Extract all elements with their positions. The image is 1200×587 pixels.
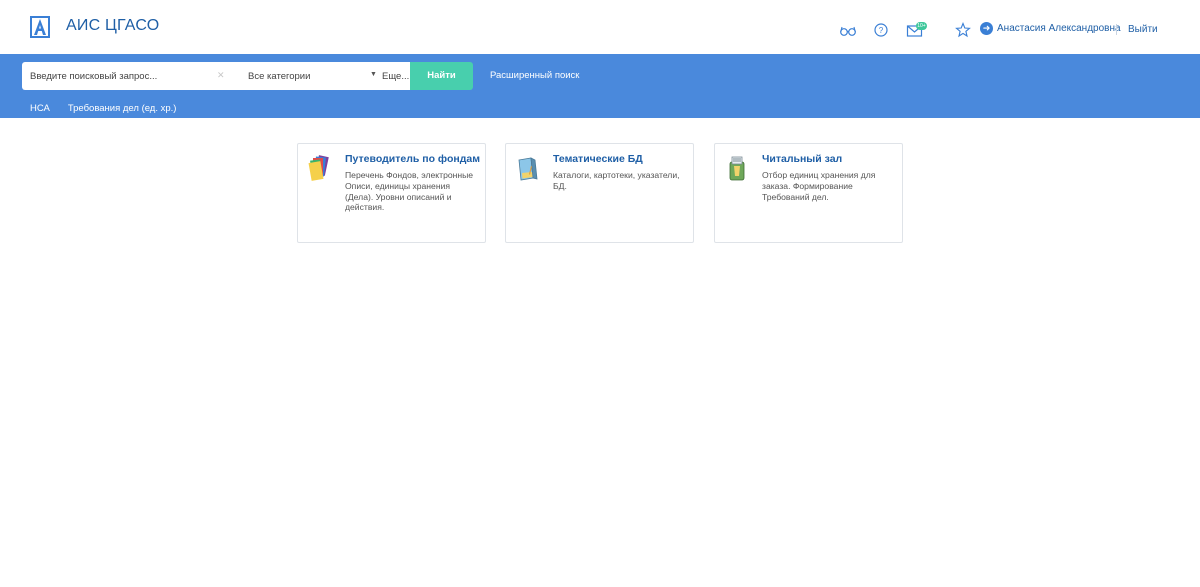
card-title[interactable]: Читальный зал — [762, 153, 842, 165]
top-header: АИС ЦГАСО ? 10+ ➜ Анастасия Александровн… — [0, 0, 1200, 54]
user-menu[interactable]: ➜ Анастасия Александровна — [980, 22, 1121, 35]
glasses-icon[interactable] — [839, 21, 857, 39]
chevron-down-icon[interactable]: ▼ — [370, 71, 377, 78]
advanced-search-link[interactable]: Расширенный поиск — [490, 70, 579, 81]
folders-icon — [308, 155, 329, 181]
card-description: Перечень Фондов, электронные Описи, един… — [345, 170, 474, 213]
mail-count-badge: 10+ — [916, 22, 927, 30]
svg-text:?: ? — [879, 26, 884, 35]
clear-search-icon[interactable]: ✕ — [217, 70, 225, 81]
card-description: Каталоги, картотеки, указатели, БД. — [553, 170, 680, 191]
reading-room-icon — [729, 156, 745, 181]
card-title[interactable]: Путеводитель по фондам — [345, 153, 480, 165]
nav-item-requests[interactable]: Требования дел (ед. хр.) — [68, 103, 177, 114]
nav-item-nsa[interactable]: НСА — [30, 103, 50, 114]
card-reading-room[interactable]: Читальный зал Отбор единиц хранения для … — [714, 143, 903, 243]
star-icon[interactable] — [954, 21, 972, 39]
logout-link[interactable]: Выйти — [1128, 24, 1158, 35]
login-arrow-icon: ➜ — [980, 22, 993, 35]
book-icon — [518, 157, 538, 181]
card-description: Отбор единиц хранения для заказа. Формир… — [762, 170, 876, 202]
search-input[interactable] — [30, 62, 220, 90]
search-box: ✕ Все категории ▼ Еще... — [22, 62, 412, 90]
card-thematic-db[interactable]: Тематические БД Каталоги, картотеки, ука… — [505, 143, 694, 243]
find-button[interactable]: Найти — [410, 62, 473, 90]
help-icon[interactable]: ? — [872, 21, 890, 39]
sub-navigation: НСА Требования дел (ед. хр.) — [30, 103, 194, 114]
more-categories-link[interactable]: Еще... — [382, 71, 409, 82]
card-title[interactable]: Тематические БД — [553, 153, 643, 165]
card-fund-guide[interactable]: Путеводитель по фондам Перечень Фондов, … — [297, 143, 486, 243]
category-select[interactable]: Все категории — [248, 71, 310, 82]
user-name[interactable]: Анастасия Александровна — [997, 23, 1121, 34]
app-title[interactable]: АИС ЦГАСО — [66, 17, 159, 35]
header-divider — [1116, 24, 1117, 35]
archive-logo-icon[interactable] — [30, 16, 50, 38]
search-band: ✕ Все категории ▼ Еще... Найти Расширенн… — [0, 54, 1200, 118]
